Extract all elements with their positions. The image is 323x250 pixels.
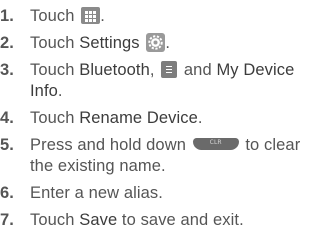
instructions-page: 1. Touch . 2. Touch Settings . 3. Touch … — [0, 0, 323, 250]
step-and: and — [183, 61, 212, 79]
save-label: Save — [79, 211, 118, 229]
clear-key-icon: CLR — [192, 138, 239, 150]
step-3: 3. Touch Bluetooth, and My Device Info. — [0, 60, 315, 102]
step-text: Touch — [30, 7, 75, 25]
step-text: Enter a new alias. — [30, 184, 163, 202]
clear-key-label: CLR — [209, 139, 222, 146]
step-number: 1. — [0, 7, 14, 25]
step-tail: . — [100, 7, 105, 25]
step-tail: . — [197, 109, 203, 127]
step-text: Touch — [30, 109, 75, 127]
step-number: 4. — [0, 109, 14, 127]
menu-icon — [161, 61, 178, 78]
settings-gear-icon — [146, 33, 166, 52]
step-1: 1. Touch . — [0, 6, 315, 27]
step-number: 6. — [0, 184, 14, 202]
step-separator: , — [149, 61, 155, 79]
step-text: Touch — [30, 34, 75, 52]
step-number: 7. — [0, 211, 14, 229]
step-text: Touch — [30, 61, 75, 79]
step-tail: . — [165, 34, 171, 52]
apps-grid-icon — [81, 7, 101, 24]
step-text-2: to save and exit. — [121, 211, 244, 229]
step-number: 3. — [0, 61, 14, 79]
steps-list: 1. Touch . 2. Touch Settings . 3. Touch … — [0, 6, 315, 231]
settings-label: Settings — [79, 34, 140, 52]
step-2: 2. Touch Settings . — [0, 33, 315, 54]
rename-device-label: Rename Device — [79, 109, 198, 127]
step-text: Touch — [30, 211, 75, 229]
step-text: Press and hold down — [30, 136, 186, 154]
step-5: 5. Press and hold down CLR to clear the … — [0, 135, 315, 177]
step-6: 6. Enter a new alias. — [0, 183, 315, 204]
step-number: 2. — [0, 34, 14, 52]
step-4: 4. Touch Rename Device. — [0, 108, 315, 129]
bluetooth-label: Bluetooth — [79, 61, 150, 79]
step-tail: . — [57, 82, 63, 100]
step-number: 5. — [0, 136, 14, 154]
step-7: 7. Touch Save to save and exit. — [0, 210, 315, 231]
